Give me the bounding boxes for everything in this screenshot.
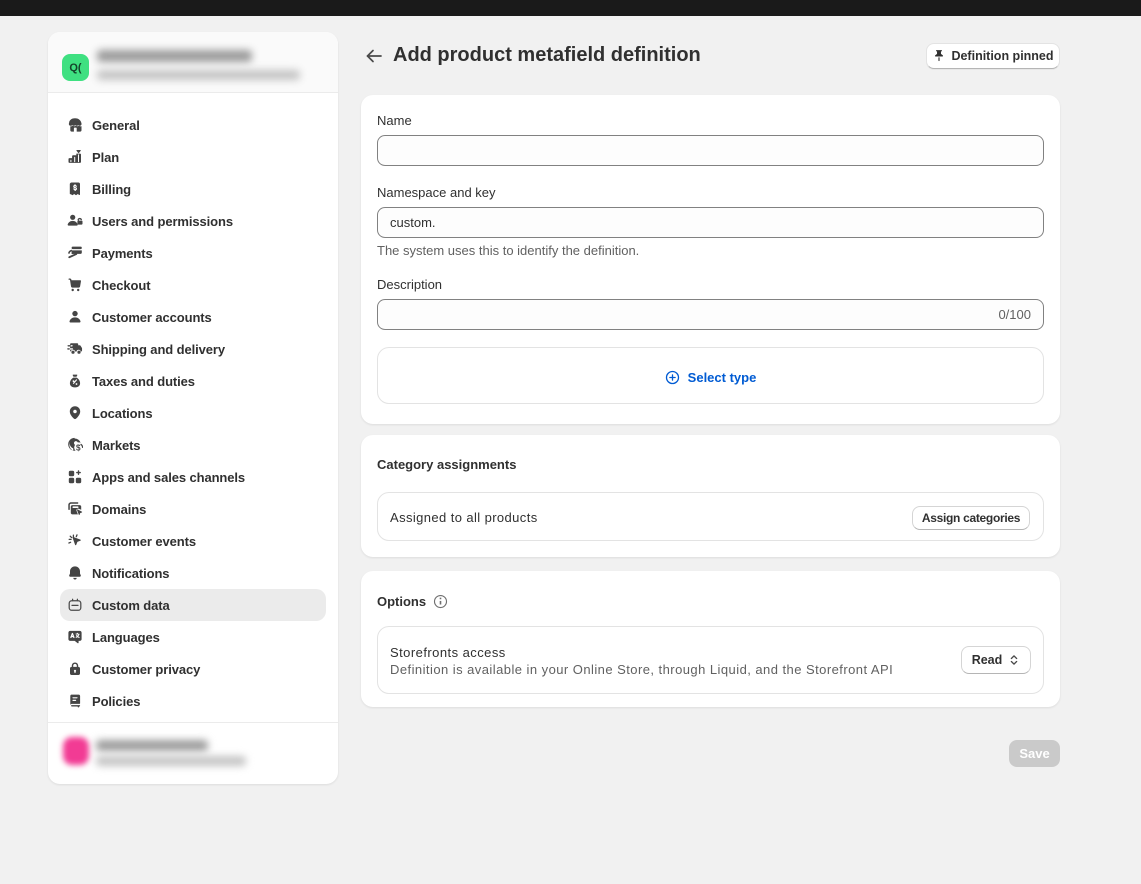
svg-text:$: $ <box>76 444 81 453</box>
